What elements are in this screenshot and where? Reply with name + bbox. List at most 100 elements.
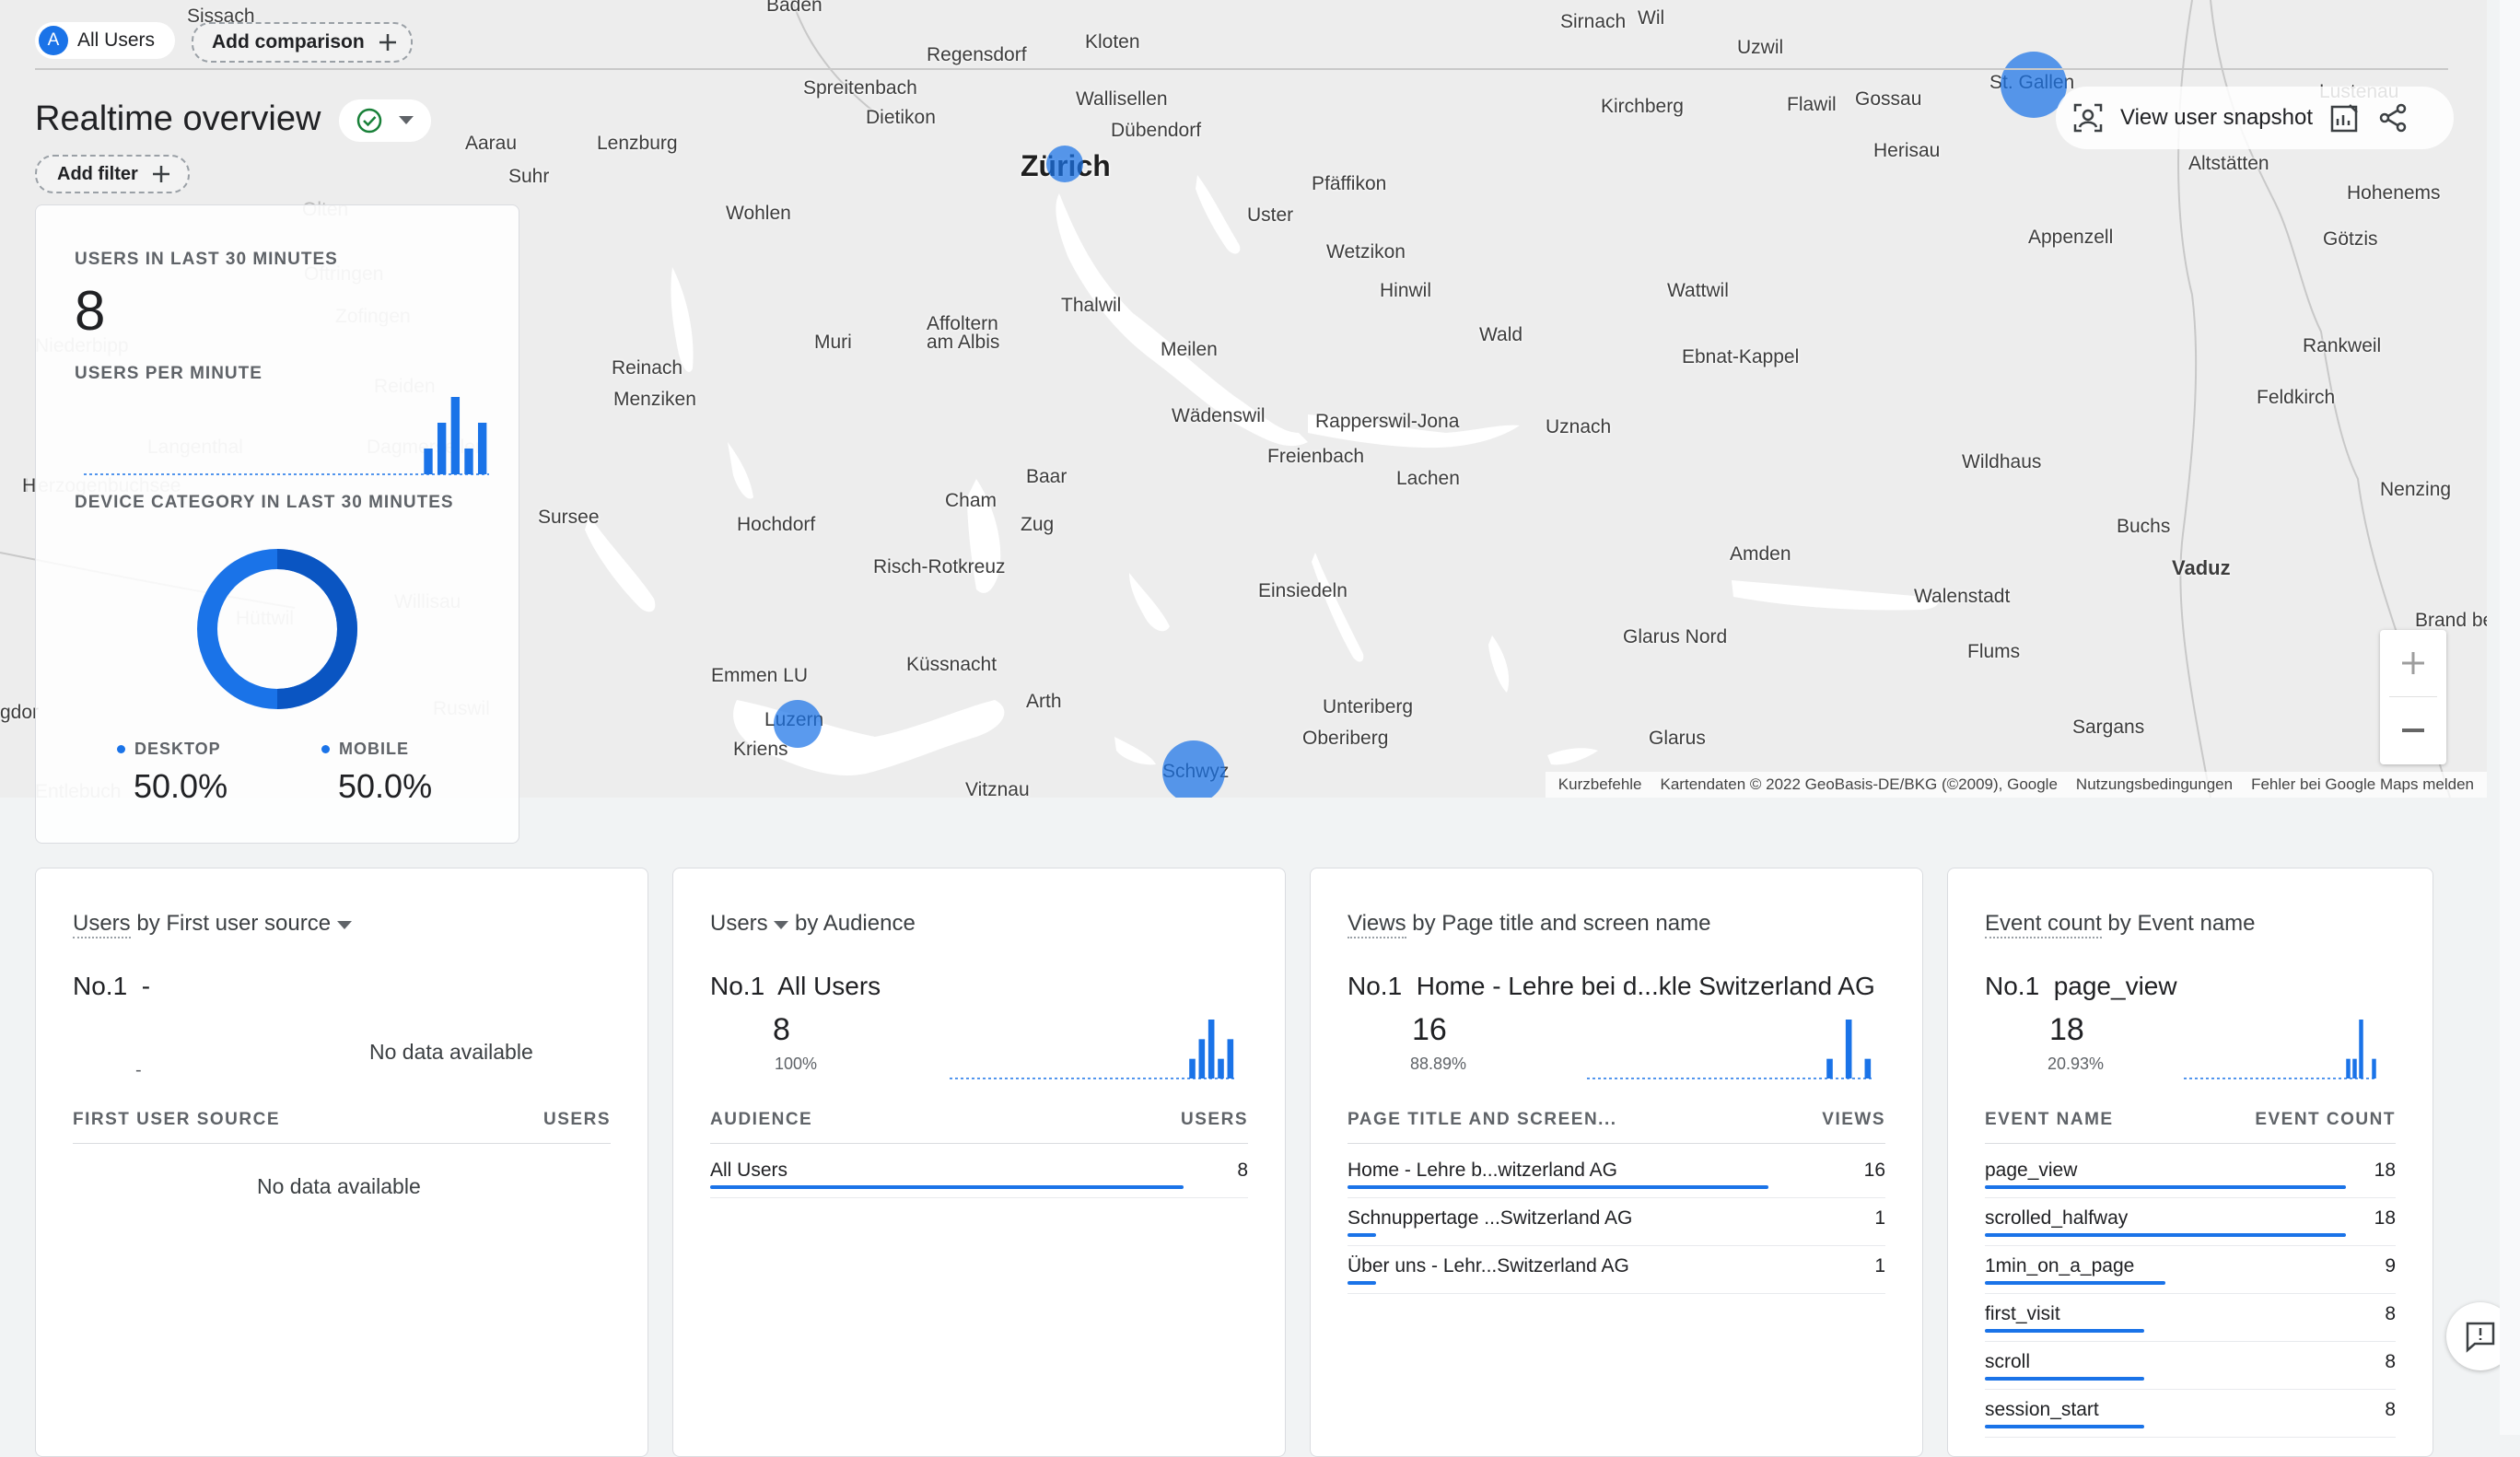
map-town-label: Brand be xyxy=(2415,610,2487,631)
zoom-in-button[interactable] xyxy=(2380,630,2446,696)
top-percent: 88.89% xyxy=(1410,1055,1467,1073)
map-town-label: Regensdorf xyxy=(927,44,1027,65)
sparkline-chart xyxy=(2184,1020,2377,1079)
metric-selector[interactable]: Users xyxy=(73,911,131,938)
row-divider xyxy=(1985,1437,2396,1438)
map-town-label: Wetzikon xyxy=(1326,241,1406,262)
attribution-map-data: Kartendaten © 2022 GeoBasis-DE/BKG (©200… xyxy=(1660,775,2058,793)
top-percent: 100% xyxy=(775,1055,818,1073)
column-header-metric[interactable]: EVENT COUNT xyxy=(2255,1110,2396,1130)
map-town-label: Hochdorf xyxy=(737,514,816,535)
map-town-label: Feldkirch xyxy=(2257,387,2336,408)
table-row[interactable]: Schnuppertage ...Switzerland AG 1 xyxy=(1348,1198,1885,1246)
top-item: No.1 - xyxy=(73,972,150,1001)
row-metric-value: 8 xyxy=(2385,1399,2396,1420)
map-town-label: Dietikon xyxy=(866,107,936,128)
user-location-bubble[interactable] xyxy=(1162,740,1225,798)
row-metric-value: 8 xyxy=(2385,1303,2396,1324)
map-town-label: Vaduz xyxy=(2172,556,2231,579)
map-town-label: Sursee xyxy=(538,507,600,528)
table-row[interactable]: Home - Lehre b...witzerland AG 16 xyxy=(1348,1150,1885,1198)
sparkline-bar xyxy=(1227,1039,1234,1078)
user-location-bubble[interactable] xyxy=(1046,146,1083,182)
user-snapshot-icon[interactable] xyxy=(2072,102,2104,134)
table-row[interactable]: first_visit 8 xyxy=(1985,1294,2396,1342)
dimension-label: by First user source xyxy=(136,911,332,936)
table-row[interactable]: 1min_on_a_page 9 xyxy=(1985,1246,2396,1294)
column-header-dimension[interactable]: EVENT NAME xyxy=(1985,1110,2114,1130)
top-item: No.1 All Users xyxy=(710,972,881,1001)
map-town-label: Lenzburg xyxy=(597,133,678,154)
row-metric-value: 18 xyxy=(2374,1207,2396,1229)
header-divider xyxy=(35,68,2448,70)
card-first-user-source: Users by First user source No.1 - - No d… xyxy=(35,868,648,1457)
column-header-metric[interactable]: USERS xyxy=(1181,1110,1248,1130)
map-town-label: Menziken xyxy=(613,389,696,410)
attribution-report-link[interactable]: Fehler bei Google Maps melden xyxy=(2251,775,2474,794)
data-status-dropdown[interactable] xyxy=(339,99,431,142)
map-town-label: Wohlen xyxy=(726,203,791,224)
map-town-label: Hohenems xyxy=(2347,182,2441,204)
add-filter-button[interactable]: Add filter xyxy=(35,155,190,193)
page-scrollbar[interactable] xyxy=(2500,0,2520,1435)
row-dimension-value: Home - Lehre b...witzerland AG xyxy=(1348,1160,1617,1181)
map-town-label: Wallisellen xyxy=(1076,88,1168,110)
map-town-label: Reinach xyxy=(612,357,683,379)
table-row[interactable]: All Users 8 xyxy=(710,1150,1248,1198)
metric-selector[interactable]: Event count xyxy=(1985,911,2102,938)
minus-icon xyxy=(2402,728,2424,732)
top-name: All Users xyxy=(777,972,881,1000)
map-town-label: am Albis xyxy=(927,332,1000,353)
map-town-label: Wädenswil xyxy=(1172,405,1266,426)
table-row[interactable]: scroll 8 xyxy=(1985,1342,2396,1390)
map-town-label: Dübendorf xyxy=(1111,120,1202,141)
desktop-percent: 50.0% xyxy=(134,767,228,805)
realtime-overview-card: USERS IN LAST 30 MINUTES 8 USERS PER MIN… xyxy=(35,204,519,844)
chevron-down-icon xyxy=(399,116,414,124)
table-row[interactable]: page_view 18 xyxy=(1985,1150,2396,1198)
map-town-label: Wald xyxy=(1479,324,1523,345)
legend-desktop: DESKTOP xyxy=(117,740,221,759)
customize-report-icon[interactable] xyxy=(2329,102,2361,134)
map-attribution: Kurzbefehle Kartendaten © 2022 GeoBasis-… xyxy=(1545,772,2487,798)
column-header-metric[interactable]: USERS xyxy=(543,1110,611,1130)
column-header-dimension[interactable]: PAGE TITLE AND SCREEN... xyxy=(1348,1110,1617,1130)
top-rank: No.1 xyxy=(73,972,128,1000)
sparkline-bar xyxy=(464,449,473,474)
map-town-label: Pfäffikon xyxy=(1312,173,1387,194)
row-dimension-value: Über uns - Lehr...Switzerland AG xyxy=(1348,1255,1629,1276)
table-row[interactable]: session_start 8 xyxy=(1985,1390,2396,1438)
column-header-dimension[interactable]: AUDIENCE xyxy=(710,1110,812,1130)
legend-dot xyxy=(117,745,125,753)
top-value: 8 xyxy=(773,1012,790,1047)
metric-selector[interactable]: Views xyxy=(1348,911,1406,938)
row-metric-value: 8 xyxy=(2385,1351,2396,1372)
user-location-bubble[interactable] xyxy=(774,700,822,748)
zoom-out-button[interactable] xyxy=(2380,697,2446,763)
view-user-snapshot-button[interactable]: View user snapshot xyxy=(2120,105,2313,131)
users-30-value: 8 xyxy=(75,280,106,342)
column-header-dimension[interactable]: FIRST USER SOURCE xyxy=(73,1110,280,1130)
snapshot-toolbar: View user snapshot xyxy=(2056,87,2454,149)
metric-selector[interactable]: Users xyxy=(710,911,795,936)
top-item: No.1 Home - Lehre bei d...kle Switzerlan… xyxy=(1348,972,1875,1001)
share-icon[interactable] xyxy=(2377,102,2409,134)
table-row[interactable]: Über uns - Lehr...Switzerland AG 1 xyxy=(1348,1246,1885,1294)
attribution-shortcuts-link[interactable]: Kurzbefehle xyxy=(1558,775,1642,794)
row-metric-value: 16 xyxy=(1863,1160,1885,1181)
map-town-label: Appenzell xyxy=(2028,227,2114,248)
add-comparison-button[interactable]: Add comparison xyxy=(192,22,413,63)
sparkline-bar xyxy=(2359,1020,2363,1078)
map-town-label: Freienbach xyxy=(1267,446,1365,467)
users-30-caption: USERS IN LAST 30 MINUTES xyxy=(75,250,338,269)
dimension-selector[interactable]: by First user source xyxy=(136,911,352,936)
sparkline-bar xyxy=(1189,1058,1196,1078)
segment-chip-all-users[interactable]: A All Users xyxy=(35,22,176,59)
attribution-terms-link[interactable]: Nutzungsbedingungen xyxy=(2076,775,2233,794)
segment-label: All Users xyxy=(77,29,156,51)
column-header-metric[interactable]: VIEWS xyxy=(1822,1110,1885,1130)
table-row[interactable]: scrolled_halfway 18 xyxy=(1985,1198,2396,1246)
map-town-label: Aarau xyxy=(465,133,518,154)
map-town-label: Kriens xyxy=(733,739,788,760)
row-share-bar xyxy=(1985,1329,2144,1333)
